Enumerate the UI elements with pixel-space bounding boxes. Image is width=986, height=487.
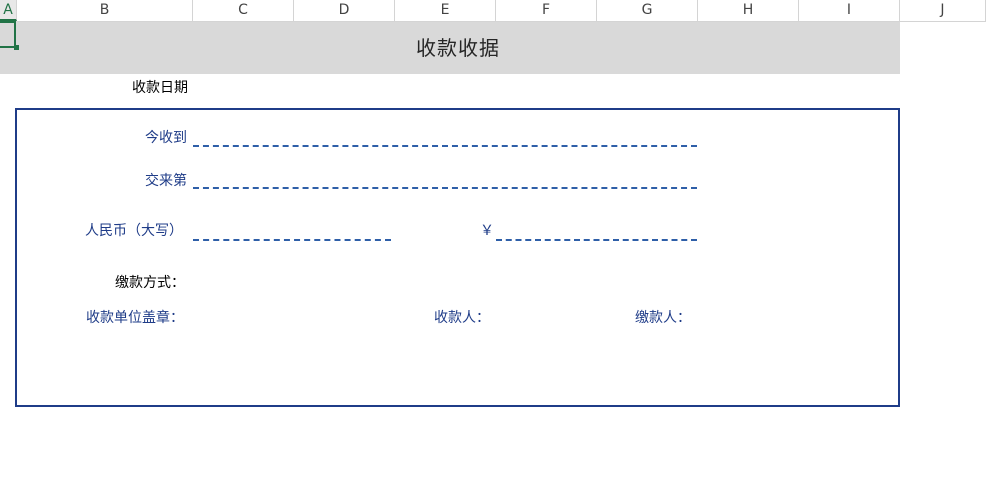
column-header-g[interactable]: G — [597, 0, 698, 21]
received-from-label: 今收到 — [145, 130, 187, 146]
amount-field[interactable] — [496, 239, 697, 241]
column-header-d[interactable]: D — [294, 0, 395, 21]
column-header-f[interactable]: F — [496, 0, 597, 21]
column-header-b[interactable]: B — [17, 0, 193, 21]
column-header-j[interactable]: J — [900, 0, 986, 21]
receipt-frame — [15, 108, 900, 407]
paid-for-label: 交来第 — [145, 173, 187, 189]
payment-method-label: 缴款方式： — [115, 275, 185, 291]
payer-label: 缴款人： — [635, 310, 691, 326]
column-header-i[interactable]: I — [799, 0, 900, 21]
paid-for-field[interactable] — [193, 187, 697, 189]
receipt-date-label: 收款日期 — [132, 80, 188, 96]
rmb-uppercase-label: 人民币（大写） — [85, 223, 183, 239]
payee-unit-seal-label: 收款单位盖章： — [86, 310, 184, 326]
column-header-bar: A B C D E F G H I J — [0, 0, 986, 22]
selected-cell-a1[interactable] — [0, 21, 16, 48]
yuan-symbol: ￥ — [480, 223, 494, 239]
payee-label: 收款人： — [434, 310, 490, 326]
fill-handle[interactable] — [14, 45, 19, 50]
receipt-title: 收款收据 — [416, 36, 500, 60]
column-header-c[interactable]: C — [193, 0, 294, 21]
column-header-h[interactable]: H — [698, 0, 799, 21]
column-header-a[interactable]: A — [0, 0, 17, 21]
column-header-e[interactable]: E — [395, 0, 496, 21]
received-from-field[interactable] — [193, 145, 697, 147]
rmb-uppercase-field[interactable] — [193, 239, 391, 241]
